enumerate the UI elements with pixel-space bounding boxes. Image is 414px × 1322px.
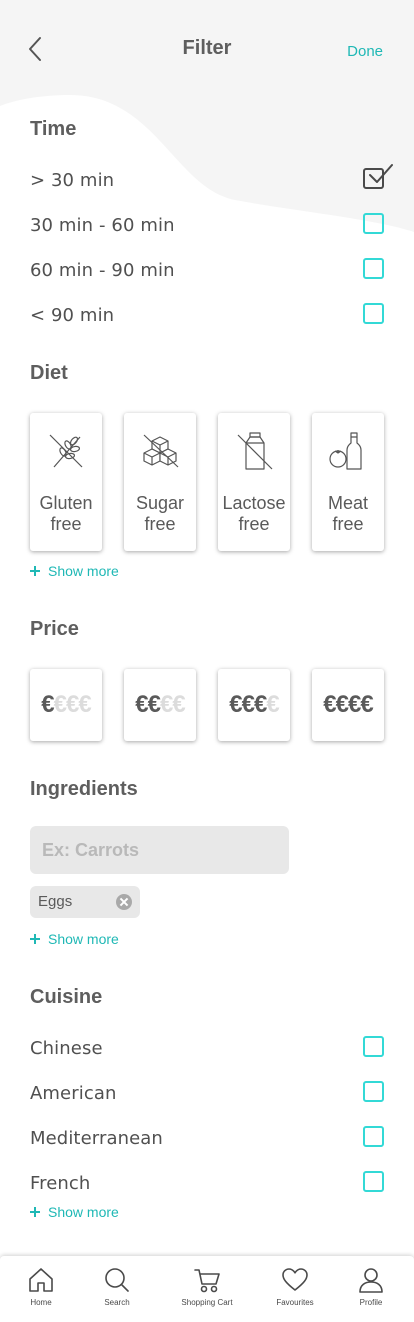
ingredients-show-more-link[interactable]: Show more: [30, 931, 119, 947]
home-icon: [29, 1268, 53, 1292]
ingredient-search-input[interactable]: [30, 826, 289, 874]
diet-card-label: Gluten free: [39, 493, 93, 534]
price-level-symbols: €€€€: [41, 691, 91, 718]
heart-icon: [282, 1268, 308, 1291]
time-option-checkbox[interactable]: [363, 164, 393, 189]
time-option-row[interactable]: > 30 min: [30, 164, 393, 196]
search-icon: [105, 1268, 129, 1292]
tab-search[interactable]: Search: [76, 1256, 158, 1322]
diet-show-more-link[interactable]: Show more: [30, 563, 119, 579]
profile-icon: [359, 1268, 383, 1293]
cuisine-option-label: Mediterranean: [30, 1128, 163, 1149]
price-level-symbols: €€€€: [229, 691, 279, 718]
checkmark-icon: [369, 164, 393, 183]
time-option-label: 60 min - 90 min: [30, 260, 175, 281]
no-sugar-cubes-icon: [143, 434, 179, 468]
no-milk-icon: [237, 432, 273, 470]
price-level-symbols: €€€€: [323, 691, 373, 718]
bottom-tab-bar: Home Search Shopping Cart Favourites Pro…: [0, 1256, 414, 1322]
plus-icon: [30, 1207, 40, 1217]
time-option-checkbox[interactable]: [363, 303, 384, 324]
cuisine-option-checkbox[interactable]: [363, 1171, 384, 1192]
cart-icon: [194, 1269, 220, 1293]
tab-favourites[interactable]: Favourites: [254, 1256, 336, 1322]
done-button[interactable]: Done: [347, 43, 383, 60]
cuisine-option-row[interactable]: Chinese: [30, 1034, 384, 1064]
diet-card-gluten-free[interactable]: Gluten free: [30, 413, 102, 551]
header: Filter Done: [0, 0, 414, 98]
no-wheat-icon: [49, 434, 83, 468]
cuisine-option-label: Chinese: [30, 1038, 103, 1059]
vegetables-bottle-icon: [329, 432, 362, 470]
price-level-4-card[interactable]: €€€€: [312, 669, 384, 741]
diet-card-lactose-free[interactable]: Lactose free: [218, 413, 290, 551]
time-option-label: 30 min - 60 min: [30, 215, 175, 236]
cuisine-option-checkbox[interactable]: [363, 1081, 384, 1102]
time-option-row[interactable]: 30 min - 60 min: [30, 211, 384, 241]
cuisine-option-checkbox[interactable]: [363, 1126, 384, 1147]
diet-card-meat-free[interactable]: Meat free: [312, 413, 384, 551]
price-level-1-card[interactable]: €€€€: [30, 669, 102, 741]
diet-card-label: Meat free: [327, 493, 369, 534]
cuisine-option-label: French: [30, 1173, 91, 1194]
time-section-title: Time: [30, 118, 77, 140]
tab-profile[interactable]: Profile: [330, 1256, 412, 1322]
price-section-title: Price: [30, 618, 79, 640]
cuisine-section-title: Cuisine: [30, 986, 103, 1008]
price-level-2-card[interactable]: €€€€: [124, 669, 196, 741]
ingredient-chip: Eggs: [30, 886, 140, 918]
plus-icon: [30, 566, 40, 576]
price-level-3-card[interactable]: €€€€: [218, 669, 290, 741]
time-option-checkbox[interactable]: [363, 213, 384, 234]
tab-home[interactable]: Home: [0, 1256, 82, 1322]
price-level-symbols: €€€€: [135, 691, 185, 718]
remove-chip-icon[interactable]: [116, 894, 132, 910]
diet-card-label: Sugar free: [135, 493, 185, 534]
time-option-label: > 30 min: [30, 170, 115, 191]
time-option-row[interactable]: 60 min - 90 min: [30, 256, 384, 286]
ingredient-chip-label: Eggs: [38, 893, 73, 910]
diet-section-title: Diet: [30, 362, 68, 384]
cuisine-option-row[interactable]: American: [30, 1079, 384, 1109]
time-option-label: < 90 min: [30, 305, 115, 326]
diet-card-label: Lactose free: [222, 493, 286, 534]
cuisine-option-row[interactable]: French: [30, 1169, 384, 1199]
cuisine-option-checkbox[interactable]: [363, 1036, 384, 1057]
tab-shopping-cart[interactable]: Shopping Cart: [166, 1256, 248, 1322]
time-option-row[interactable]: < 90 min: [30, 301, 384, 331]
plus-icon: [30, 934, 40, 944]
cuisine-option-label: American: [30, 1083, 117, 1104]
ingredients-section-title: Ingredients: [30, 778, 138, 800]
cuisine-option-row[interactable]: Mediterranean: [30, 1124, 384, 1154]
cuisine-show-more-link[interactable]: Show more: [30, 1204, 119, 1220]
diet-card-sugar-free[interactable]: Sugar free: [124, 413, 196, 551]
time-option-checkbox[interactable]: [363, 258, 384, 279]
